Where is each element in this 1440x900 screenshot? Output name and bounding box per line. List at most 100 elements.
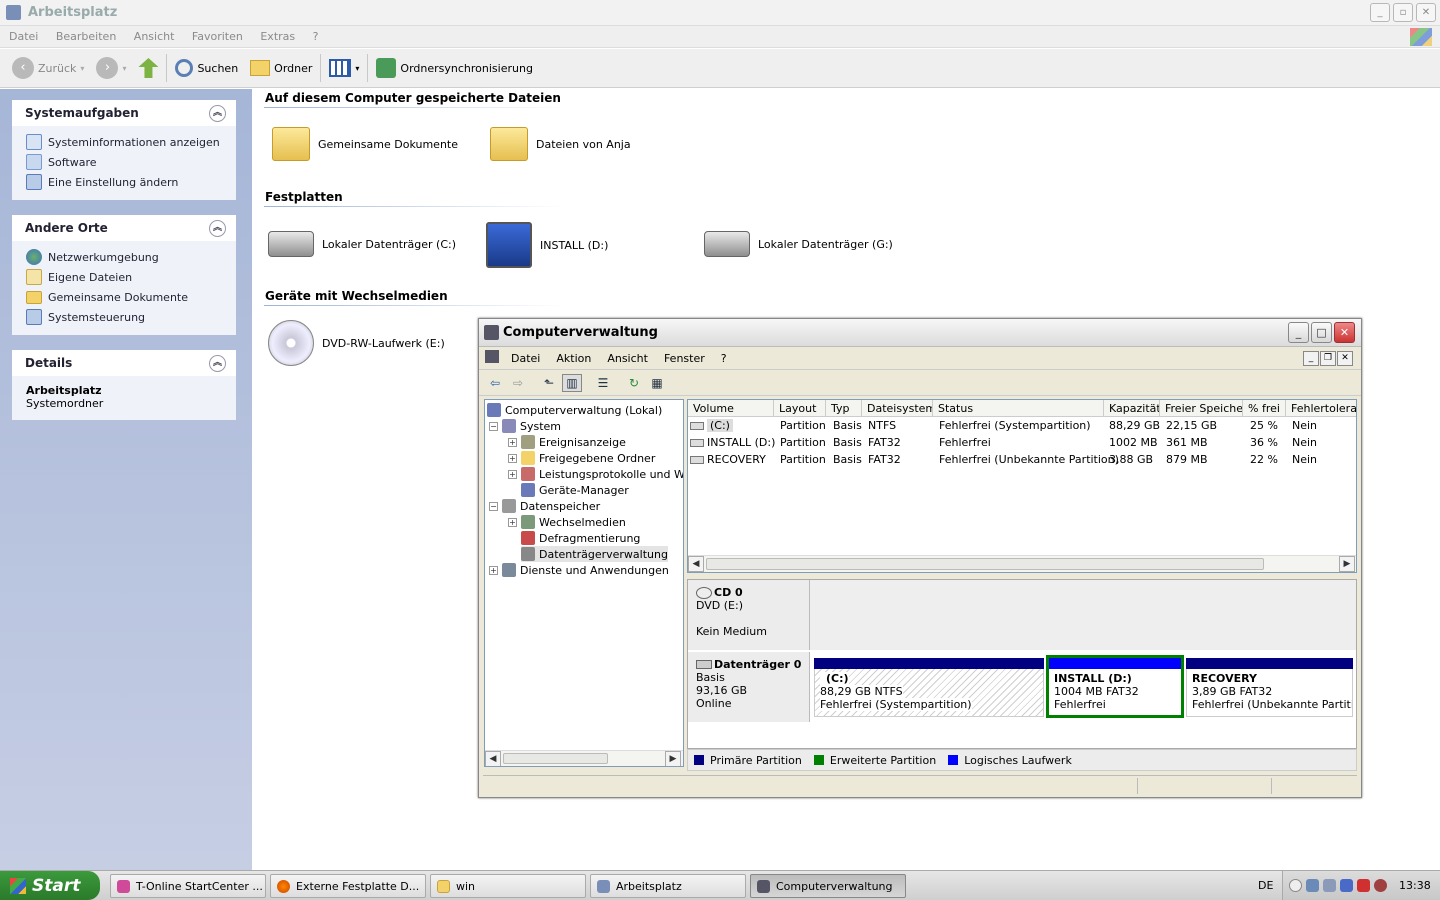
tree-device-manager[interactable]: Geräte-Manager bbox=[521, 482, 629, 498]
item-drive-d[interactable]: INSTALL (D:) bbox=[486, 222, 608, 268]
collapse-icon[interactable]: ︽ bbox=[209, 354, 226, 372]
task-arbeitsplatz[interactable]: Arbeitsplatz bbox=[590, 874, 746, 898]
minimize-button[interactable]: _ bbox=[1370, 3, 1390, 22]
panel-header[interactable]: Details ︽ bbox=[12, 350, 236, 376]
link-change-setting[interactable]: Eine Einstellung ändern bbox=[26, 172, 228, 192]
security-icon[interactable] bbox=[1374, 879, 1387, 892]
clock[interactable]: 13:38 bbox=[1399, 879, 1431, 892]
tree-perf-logs[interactable]: + Leistungsprotokolle und Warn bbox=[508, 466, 683, 482]
collapse-toggle[interactable]: − bbox=[489, 421, 498, 431]
cd0-label[interactable]: CD 0 DVD (E:) Kein Medium bbox=[688, 580, 810, 650]
col-header-free[interactable]: Freier Speicher bbox=[1160, 400, 1243, 417]
tree-root[interactable]: Computerverwaltung (Lokal) bbox=[487, 402, 662, 418]
cm-menu-help[interactable]: ? bbox=[721, 348, 727, 365]
search-button[interactable]: Suchen bbox=[171, 53, 242, 83]
expand-toggle[interactable]: + bbox=[489, 565, 498, 575]
item-drive-g[interactable]: Lokaler Datenträger (G:) bbox=[704, 231, 893, 257]
link-shared-documents[interactable]: Gemeinsame Dokumente bbox=[26, 287, 228, 307]
link-control-panel[interactable]: Systemsteuerung bbox=[26, 307, 228, 327]
col-header-type[interactable]: Typ bbox=[826, 400, 862, 417]
cm-maximize-button[interactable]: □ bbox=[1311, 322, 1332, 343]
wireless-icon[interactable] bbox=[1340, 879, 1353, 892]
col-header-volume[interactable]: Volume bbox=[688, 400, 774, 417]
properties-icon[interactable]: ☰ bbox=[593, 374, 613, 392]
cm-minimize-button[interactable]: _ bbox=[1288, 322, 1309, 343]
scroll-right-icon[interactable]: ▶ bbox=[665, 751, 681, 766]
col-header-capacity[interactable]: Kapazität bbox=[1104, 400, 1160, 417]
item-anja-files[interactable]: Dateien von Anja bbox=[490, 127, 631, 161]
tree-services[interactable]: + Dienste und Anwendungen bbox=[489, 562, 669, 578]
export-list-icon[interactable]: ▦ bbox=[647, 374, 667, 392]
menu-extras[interactable]: Extras bbox=[260, 26, 295, 43]
tree-scrollbar[interactable]: ◀ ▶ bbox=[485, 750, 683, 766]
link-software[interactable]: Software bbox=[26, 152, 228, 172]
cm-menu-datei[interactable]: Datei bbox=[511, 348, 540, 365]
folder-sync-button[interactable]: Ordnersynchronisierung bbox=[372, 53, 537, 83]
expand-toggle[interactable]: + bbox=[508, 517, 517, 527]
network-icon[interactable] bbox=[1323, 879, 1336, 892]
scroll-left-icon[interactable]: ◀ bbox=[485, 751, 501, 766]
task-firefox[interactable]: Externe Festplatte D... bbox=[270, 874, 426, 898]
task-computerverwaltung[interactable]: Computerverwaltung bbox=[750, 874, 906, 898]
up-button[interactable] bbox=[134, 53, 162, 83]
scroll-thumb[interactable] bbox=[706, 558, 1264, 570]
refresh-icon[interactable]: ↻ bbox=[624, 374, 644, 392]
tree-storage[interactable]: − Datenspeicher bbox=[489, 498, 600, 514]
tree-removable-storage[interactable]: + Wechselmedien bbox=[508, 514, 626, 530]
tree-system[interactable]: − System bbox=[489, 418, 561, 434]
cm-menu-fenster[interactable]: Fenster bbox=[664, 348, 705, 365]
tree-disk-management[interactable]: Datenträgerverwaltung bbox=[521, 546, 668, 562]
col-header-pct-free[interactable]: % frei bbox=[1243, 400, 1286, 417]
menu-datei[interactable]: Datei bbox=[9, 26, 38, 43]
col-header-status[interactable]: Status bbox=[933, 400, 1104, 417]
panel-header[interactable]: Andere Orte ︽ bbox=[12, 215, 236, 241]
col-header-filesystem[interactable]: Dateisystem bbox=[862, 400, 933, 417]
child-minimize-button[interactable]: _ bbox=[1303, 351, 1319, 366]
partition-d[interactable]: INSTALL (D:) 1004 MB FAT32 Fehlerfrei bbox=[1046, 655, 1184, 718]
cd0-area[interactable] bbox=[810, 580, 1356, 650]
expand-toggle[interactable]: + bbox=[508, 437, 517, 447]
volume-list-scrollbar[interactable]: ◀ ▶ bbox=[688, 555, 1356, 572]
col-header-fault-tolerance[interactable]: Fehlertoleranz bbox=[1286, 400, 1356, 417]
close-button[interactable]: ✕ bbox=[1416, 3, 1436, 22]
partition-c[interactable]: (C:) 88,29 GB NTFS Fehlerfrei (Systempar… bbox=[814, 658, 1044, 717]
language-indicator[interactable]: DE bbox=[1258, 879, 1273, 892]
menu-favoriten[interactable]: Favoriten bbox=[192, 26, 243, 43]
link-my-documents[interactable]: Eigene Dateien bbox=[26, 267, 228, 287]
child-restore-button[interactable]: ❐ bbox=[1320, 351, 1336, 366]
expand-toggle[interactable]: + bbox=[508, 469, 517, 479]
tree-shared-folders[interactable]: + Freigegebene Ordner bbox=[508, 450, 655, 466]
forward-arrow-icon[interactable]: ⇨ bbox=[508, 374, 528, 392]
link-system-info[interactable]: Systeminformationen anzeigen bbox=[26, 132, 228, 152]
cm-menu-ansicht[interactable]: Ansicht bbox=[607, 348, 648, 365]
expand-tray-icon[interactable] bbox=[1289, 879, 1302, 892]
col-header-layout[interactable]: Layout bbox=[774, 400, 826, 417]
panel-header[interactable]: Systemaufgaben ︽ bbox=[12, 100, 236, 126]
item-shared-documents[interactable]: Gemeinsame Dokumente bbox=[272, 127, 458, 161]
back-button[interactable]: ‹ Zurück ▾ bbox=[8, 53, 88, 83]
cm-close-button[interactable]: ✕ bbox=[1334, 322, 1355, 343]
scroll-thumb[interactable] bbox=[503, 753, 608, 764]
task-win-folder[interactable]: win bbox=[430, 874, 586, 898]
collapse-icon[interactable]: ︽ bbox=[209, 219, 226, 237]
task-tonline[interactable]: T-Online StartCenter ... bbox=[110, 874, 266, 898]
views-button[interactable]: ▾ bbox=[325, 53, 363, 83]
child-close-button[interactable]: ✕ bbox=[1337, 351, 1353, 366]
network-icon[interactable] bbox=[1306, 879, 1319, 892]
antivirus-icon[interactable] bbox=[1357, 879, 1370, 892]
menu-ansicht[interactable]: Ansicht bbox=[134, 26, 175, 43]
menu-help[interactable]: ? bbox=[313, 26, 319, 43]
show-tree-icon[interactable]: ▥ bbox=[562, 374, 582, 392]
forward-button[interactable]: › ▾ bbox=[92, 53, 130, 83]
item-drive-c[interactable]: Lokaler Datenträger (C:) bbox=[268, 231, 456, 257]
menu-bearbeiten[interactable]: Bearbeiten bbox=[56, 26, 116, 43]
item-dvd-drive[interactable]: DVD-RW-Laufwerk (E:) bbox=[268, 320, 445, 366]
start-button[interactable]: Start bbox=[0, 871, 100, 900]
up-level-icon[interactable]: ⬑ bbox=[539, 374, 559, 392]
collapse-icon[interactable]: ︽ bbox=[209, 104, 226, 122]
folders-button[interactable]: Ordner bbox=[246, 53, 316, 83]
maximize-button[interactable]: ▫ bbox=[1393, 3, 1413, 22]
back-arrow-icon[interactable]: ⇦ bbox=[485, 374, 505, 392]
partition-recovery[interactable]: RECOVERY 3,89 GB FAT32 Fehlerfrei (Unbek… bbox=[1186, 658, 1353, 717]
cm-menu-aktion[interactable]: Aktion bbox=[556, 348, 591, 365]
